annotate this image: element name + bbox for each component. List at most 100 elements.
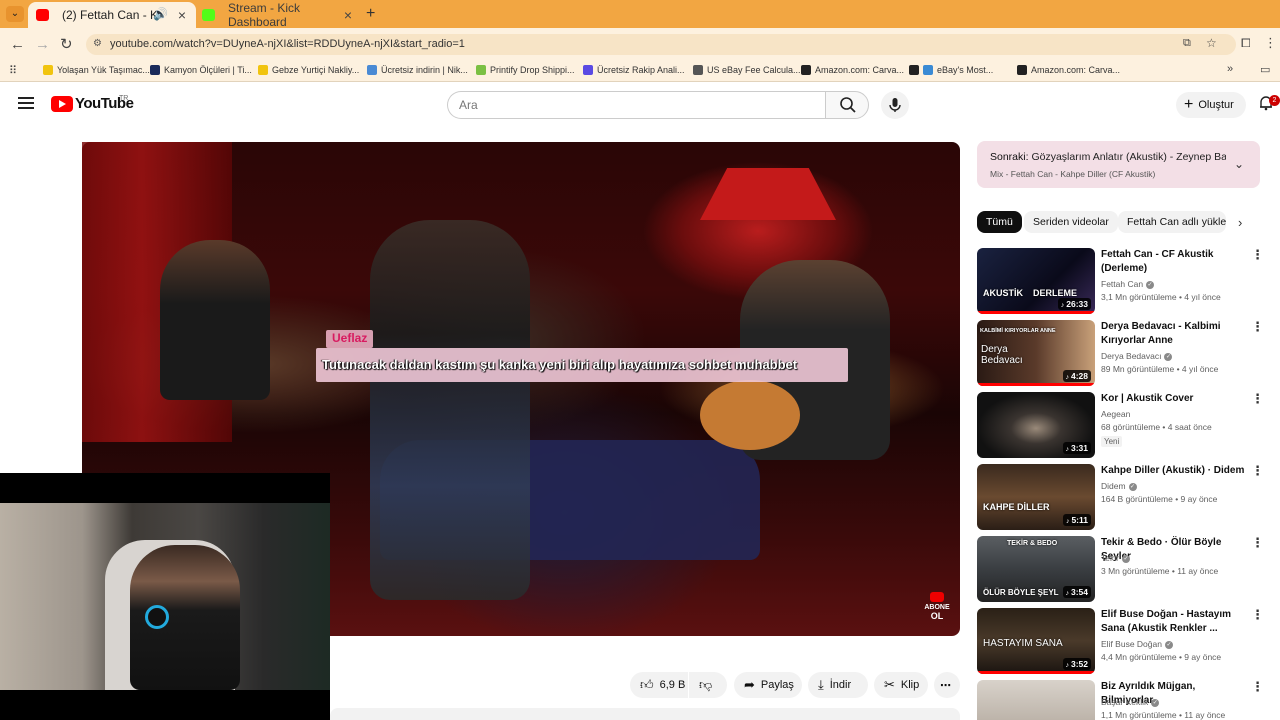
site-info-icon[interactable]: ⚙ <box>93 38 102 49</box>
video-thumbnail[interactable]: KALBİMİ KIRIYORLAR ANNE Derya Bedavacı 4… <box>977 320 1095 386</box>
reload-icon[interactable]: ↻ <box>60 37 73 53</box>
bookmark-label: Ücretsiz Rakip Anali... <box>597 65 685 75</box>
recommendation-item[interactable]: 3:31 Kor | Akustik Cover Aegean 68 görün… <box>977 392 1277 460</box>
channel-name[interactable]: Fettah Can ✓ <box>1101 279 1155 289</box>
description-box[interactable] <box>330 708 960 720</box>
tab-search-chevron-icon[interactable]: ⌄ <box>6 6 24 22</box>
channel-label: Elif Buse Doğan <box>1101 639 1162 649</box>
extensions-icon[interactable]: ⧠ <box>1241 36 1251 51</box>
chip-uploader[interactable]: Fettah Can adlı yükley <box>1118 211 1226 233</box>
back-arrow-icon[interactable]: ← <box>10 37 25 53</box>
voice-search-button[interactable] <box>881 91 909 119</box>
recommendation-item[interactable]: AKUSTİK DERLEME 26:33 Fettah Can - CF Ak… <box>977 248 1277 316</box>
bookmark-item[interactable]: Gebze Yurtiçi Nakliy... <box>258 65 359 75</box>
video-meta: 3 Mn görüntüleme • 11 ay önce <box>1101 566 1219 576</box>
tab-title: (2) Fettah Can - Kahpe Dille <box>62 8 158 22</box>
url-text[interactable]: youtube.com/watch?v=DUyneA-njXI&list=RDD… <box>110 38 465 50</box>
bookmark-label: Yolaşan Yük Taşımac... <box>57 65 150 75</box>
thumbnail-text: DERLEME <box>1033 288 1078 298</box>
menu-dots-icon[interactable]: ⋮ <box>1264 35 1277 51</box>
more-actions-button[interactable]: ⋯ <box>934 672 960 698</box>
more-vertical-icon[interactable]: ⋮ <box>1251 608 1264 621</box>
video-title[interactable]: Kor | Akustik Cover <box>1101 392 1249 406</box>
bookmark-star-icon[interactable]: ☆ <box>1206 36 1217 50</box>
bookmark-item[interactable]: Printify Drop Shippi... <box>476 65 575 75</box>
close-tab-icon[interactable]: × <box>344 7 352 23</box>
chevron-down-icon[interactable]: ⌄ <box>1234 157 1244 171</box>
share-button[interactable]: ➦ Paylaş <box>734 672 802 698</box>
recommendation-item[interactable]: TEKİR & BEDO ÖLÜR BÖYLE ŞEYL 3:54 Tekir … <box>977 536 1277 604</box>
hamburger-menu-icon[interactable] <box>18 97 34 109</box>
video-title[interactable]: Fettah Can - CF Akustik (Derleme) <box>1101 248 1249 276</box>
video-thumbnail[interactable]: KAHPE DİLLER 5:11 <box>977 464 1095 530</box>
recommendation-item[interactable]: KAHPE DİLLER 5:11 Kahpe Diller (Akustik)… <box>977 464 1277 532</box>
subscribe-watermark-line2: OL <box>930 611 944 621</box>
chat-overlay-message: Tutunacak daldan kastım şu kanka yeni bi… <box>322 357 798 372</box>
channel-name[interactable]: Derya Bedavacı ✓ <box>1101 351 1173 361</box>
more-vertical-icon[interactable]: ⋮ <box>1251 464 1264 477</box>
chip-series[interactable]: Seriden videolar <box>1024 211 1118 233</box>
apps-grid-icon[interactable]: ⠿ <box>9 64 17 77</box>
bookmark-item[interactable]: Ücretsiz indirin | Nik... <box>367 65 468 75</box>
folder-icon[interactable]: ▭ <box>1260 63 1270 76</box>
bookmark-item[interactable]: Yolaşan Yük Taşımac... <box>43 65 150 75</box>
tab-youtube[interactable]: (2) Fettah Can - Kahpe Dille 🔊 × <box>28 2 196 28</box>
tab-kick[interactable]: Stream - Kick Dashboard × <box>194 1 362 29</box>
video-thumbnail[interactable]: TEKİR & BEDO ÖLÜR BÖYLE ŞEYL 3:54 <box>977 536 1095 602</box>
close-tab-icon[interactable]: × <box>178 7 186 23</box>
plus-icon: + <box>1184 96 1194 113</box>
recommendation-item[interactable]: KALBİMİ KIRIYORLAR ANNE Derya Bedavacı 4… <box>977 320 1277 388</box>
chevron-right-icon[interactable]: › <box>1238 215 1242 230</box>
more-vertical-icon[interactable]: ⋮ <box>1251 248 1264 261</box>
video-title[interactable]: Derya Bedavacı - Kalbimi Kırıyorlar Anne <box>1101 320 1249 348</box>
channel-name[interactable]: Didem ✓ <box>1101 481 1137 491</box>
chip-all[interactable]: Tümü <box>977 211 1022 233</box>
bookmark-item[interactable]: Kamyon Ölçüleri | Ti... <box>150 65 252 75</box>
bookmark-favicon-icon <box>909 65 919 75</box>
more-vertical-icon[interactable]: ⋮ <box>1251 536 1264 549</box>
subscribe-watermark[interactable]: ABONE OL <box>922 592 952 621</box>
create-label: Oluştur <box>1198 99 1234 111</box>
more-vertical-icon[interactable]: ⋮ <box>1251 320 1264 333</box>
bookmark-favicon-icon <box>801 65 811 75</box>
channel-name[interactable]: Başar Keklik ✓ <box>1101 697 1160 707</box>
clip-button[interactable]: ✂ Klip <box>874 672 928 698</box>
new-tab-button[interactable]: + <box>366 5 375 23</box>
video-title[interactable]: Elif Buse Doğan - Hastayım Sana (Akustik… <box>1101 608 1249 636</box>
forward-arrow-icon[interactable]: → <box>35 37 50 53</box>
download-button[interactable]: ⤓ İndir <box>808 672 868 698</box>
more-vertical-icon[interactable]: ⋮ <box>1251 680 1264 693</box>
create-button[interactable]: + Oluştur <box>1176 92 1246 118</box>
search-button[interactable] <box>825 91 869 119</box>
bookmark-item[interactable]: Ücretsiz Rakip Anali... <box>583 65 685 75</box>
channel-name[interactable]: Aegean <box>1101 409 1130 419</box>
video-thumbnail[interactable]: 3:31 <box>977 392 1095 458</box>
bookmark-item[interactable]: Amazon.com: Carva... <box>801 65 904 75</box>
up-next-card[interactable] <box>977 141 1260 188</box>
channel-label: Fettah Can <box>1101 279 1144 289</box>
recommendation-item[interactable]: HASTAYIM SANA 3:52 Elif Buse Doğan - Has… <box>977 608 1277 676</box>
recommendation-item[interactable]: Biz Ayrıldık Müjgan, Bilmiyorlar Başar K… <box>977 680 1277 720</box>
thumbnail-text: HASTAYIM SANA <box>983 638 1063 649</box>
video-title[interactable]: Kahpe Diller (Akustik) · Didem <box>1101 464 1249 478</box>
video-thumbnail[interactable] <box>977 680 1095 720</box>
bookmark-label: Kamyon Ölçüleri | Ti... <box>164 65 252 75</box>
new-badge: Yeni <box>1101 436 1123 447</box>
search-input[interactable] <box>447 91 825 119</box>
like-button[interactable]: 👍︎ 6,9 B <box>630 672 688 698</box>
speaker-icon[interactable]: 🔊 <box>153 7 168 21</box>
channel-name[interactable]: Tekir ✓ <box>1101 553 1130 563</box>
channel-name[interactable]: Elif Buse Doğan ✓ <box>1101 639 1173 649</box>
install-app-icon[interactable]: ⧉ <box>1183 37 1191 50</box>
bookmark-item[interactable]: eBay's Most... <box>909 65 993 75</box>
dislike-button[interactable]: 👎︎ <box>689 672 727 698</box>
bookmark-favicon-icon <box>693 65 703 75</box>
notification-count-badge: 2 <box>1269 95 1280 106</box>
bookmark-item[interactable]: US eBay Fee Calcula... <box>693 65 801 75</box>
bookmark-item[interactable]: Amazon.com: Carva... <box>1017 65 1120 75</box>
video-thumbnail[interactable]: HASTAYIM SANA 3:52 <box>977 608 1095 674</box>
youtube-logo-icon[interactable] <box>51 96 73 112</box>
video-thumbnail[interactable]: AKUSTİK DERLEME 26:33 <box>977 248 1095 314</box>
more-vertical-icon[interactable]: ⋮ <box>1251 392 1264 405</box>
more-bookmarks-icon[interactable]: » <box>1227 63 1233 75</box>
